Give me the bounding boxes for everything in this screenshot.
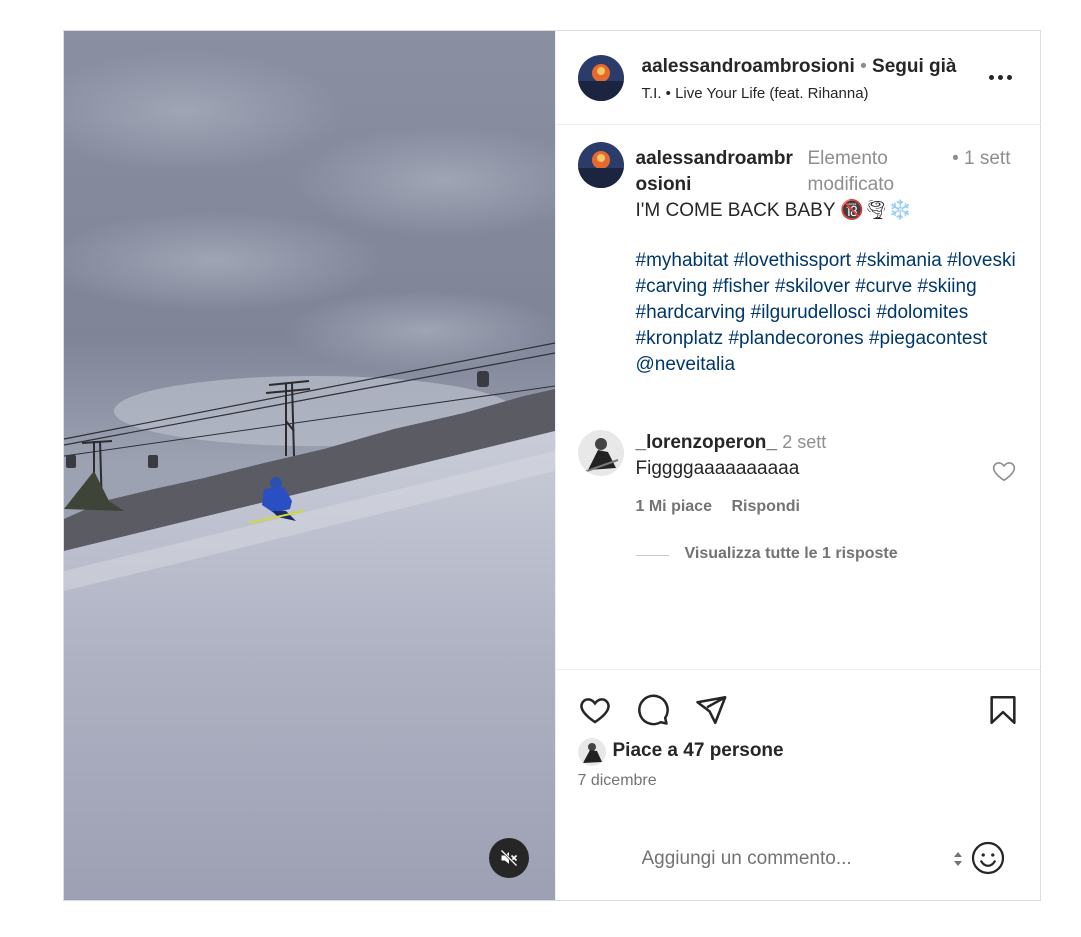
paper-plane-icon	[695, 695, 726, 725]
commenter-avatar[interactable]	[577, 430, 624, 476]
header-username[interactable]: aalessandroambrosioni	[642, 56, 855, 77]
hashtag-link[interactable]: #curve	[855, 276, 912, 297]
avatar-image	[577, 142, 624, 188]
add-comment-bar	[556, 826, 1041, 896]
like-button[interactable]	[578, 693, 612, 732]
liker-avatar[interactable]	[577, 738, 606, 766]
comment-text: Figgggaaaaaaaaaa	[635, 458, 800, 479]
hashtag-link[interactable]: #skimania	[856, 250, 942, 271]
post-header: aalessandroambrosioni • Segui già T.I. •…	[555, 31, 1041, 125]
more-horizontal-icon	[989, 74, 994, 80]
hashtag-link[interactable]: #kronplatz	[636, 328, 724, 349]
hashtag-link[interactable]: #lovethissport	[734, 250, 851, 271]
hashtag-link[interactable]: #piegacontest	[869, 328, 987, 349]
header-username-line: aalessandroambrosioni • Segui già	[642, 56, 957, 78]
hashtag-link[interactable]: #skiing	[918, 276, 977, 297]
more-options-button[interactable]	[986, 65, 1016, 89]
share-button[interactable]	[694, 693, 728, 732]
view-replies-button[interactable]: Visualizza tutte le 1 risposte	[685, 545, 898, 563]
avatar-image	[577, 430, 624, 476]
hashtag-link[interactable]: #skilover	[775, 276, 850, 297]
post-video[interactable]	[64, 31, 555, 900]
more-dot	[998, 74, 1003, 80]
post-actions: Piace a 47 persone 7 dicembre	[555, 669, 1041, 901]
add-comment-input[interactable]	[641, 848, 942, 870]
comment-timestamp[interactable]: 2 sett	[782, 432, 826, 452]
reply-button[interactable]: Rispondi	[732, 498, 800, 516]
likes-count[interactable]: Piace a 47 persone	[613, 740, 784, 762]
ski-slope-scene	[64, 31, 555, 900]
avatar-image	[577, 738, 606, 766]
post-sidebar: aalessandroambrosioni • Segui già T.I. •…	[554, 31, 1041, 901]
comment-button[interactable]	[636, 693, 670, 732]
save-button[interactable]	[986, 693, 1020, 732]
caption-username[interactable]: aalessandroambrosioni	[636, 146, 801, 198]
heart-icon	[992, 462, 1015, 482]
hashtag-link[interactable]: #ilgurudellosci	[751, 302, 871, 323]
comment-like-button[interactable]	[991, 458, 1017, 484]
instagram-post: aalessandroambrosioni • Segui già T.I. •…	[63, 30, 1041, 901]
hashtag-link[interactable]: #loveski	[947, 250, 1016, 271]
author-avatar[interactable]	[577, 55, 624, 101]
comment-icon	[637, 694, 669, 726]
following-button[interactable]: Segui già	[872, 56, 956, 77]
hashtag-link[interactable]: #fisher	[713, 276, 770, 297]
comment-likes-count[interactable]: 1 Mi piace	[636, 498, 712, 516]
heart-icon	[579, 698, 610, 724]
caption-hashtags: #myhabitat #lovethissport #skimania #lov…	[636, 248, 1031, 378]
header-separator: •	[860, 56, 867, 77]
comment-header: _lorenzoperon_ 2 sett	[636, 432, 827, 454]
hashtag-link[interactable]: #carving	[636, 276, 708, 297]
caption-author-avatar[interactable]	[577, 142, 624, 188]
hashtag-link[interactable]: #myhabitat	[636, 250, 729, 271]
comment-username[interactable]: _lorenzoperon_	[636, 432, 777, 453]
post-date[interactable]: 7 dicembre	[578, 772, 657, 790]
resize-arrows-icon	[953, 852, 962, 866]
volume-muted-icon	[500, 849, 518, 867]
replies-divider	[635, 555, 669, 556]
hashtag-link[interactable]: @neveitalia	[636, 354, 736, 375]
music-label[interactable]: T.I. • Live Your Life (feat. Rihanna)	[642, 85, 869, 102]
hashtag-link[interactable]: #plandecorones	[728, 328, 863, 349]
edited-label: Elemento modificato	[807, 148, 895, 195]
hashtag-link[interactable]: #hardcarving	[636, 302, 746, 323]
more-dot	[1007, 74, 1012, 80]
mute-toggle-button[interactable]	[489, 838, 529, 878]
caption-timestamp[interactable]: • 1 sett	[951, 146, 1010, 172]
hashtag-link[interactable]: #dolomites	[876, 302, 968, 323]
caption-text: I'M COME BACK BABY 🔞🌪❄️	[635, 200, 912, 221]
avatar-image	[577, 55, 624, 101]
emoji-icon	[971, 841, 1004, 875]
bookmark-icon	[989, 695, 1016, 725]
emoji-button[interactable]	[970, 840, 1006, 881]
